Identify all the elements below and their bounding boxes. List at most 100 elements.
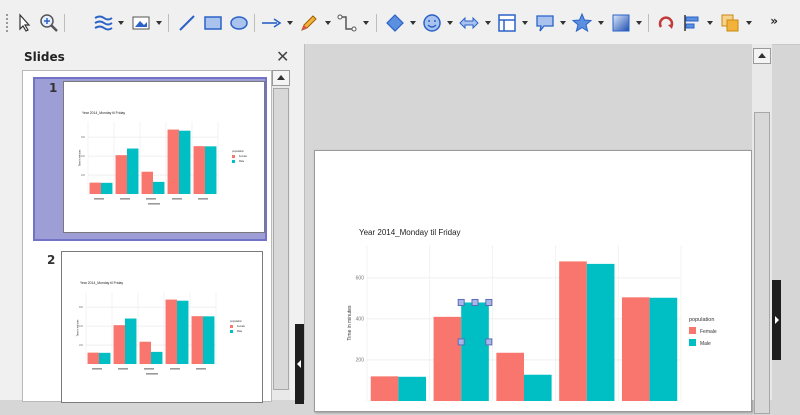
image-dropdown[interactable] <box>156 21 162 25</box>
slide-edit-area[interactable]: Year 2014_Monday til Friday 200 400 600 Time… <box>304 44 753 412</box>
zoom-icon[interactable] <box>38 12 60 34</box>
main-chart[interactable]: Year 2014_Monday til Friday 200 400 600 Time… <box>315 151 751 411</box>
arrange-dropdown[interactable] <box>746 21 752 25</box>
collapse-sidebar-handle[interactable] <box>772 280 781 360</box>
collapse-slides-pane-handle[interactable] <box>295 324 304 404</box>
scrollbar-thumb[interactable] <box>273 88 289 390</box>
bar-male <box>127 148 139 194</box>
bar-male <box>203 316 215 364</box>
bar-male <box>179 130 191 194</box>
connector-dropdown[interactable] <box>363 21 369 25</box>
stars-dropdown[interactable] <box>598 21 604 25</box>
bar-female <box>89 182 101 194</box>
x-tick-label-placeholder <box>120 198 130 200</box>
symbol-shapes-dropdown[interactable] <box>447 21 453 25</box>
y-tick-label: 200 <box>356 358 365 364</box>
3d-objects-dropdown[interactable] <box>636 21 642 25</box>
slide-number: 1 <box>49 81 58 95</box>
pencil-dropdown[interactable] <box>325 21 331 25</box>
bar-male <box>151 351 163 364</box>
arrow-line-icon[interactable] <box>260 12 282 34</box>
smiley-icon[interactable] <box>421 12 443 34</box>
scroll-up-button[interactable] <box>753 48 771 64</box>
close-icon[interactable]: ✕ <box>276 47 289 66</box>
toolbar-grip[interactable] <box>6 14 11 32</box>
bar-female <box>167 129 179 194</box>
basic-shapes-dropdown[interactable] <box>410 21 416 25</box>
diamond-shape-icon[interactable] <box>384 12 406 34</box>
legend-title: population <box>232 149 245 153</box>
x-tick-label-placeholder <box>94 198 104 200</box>
arrow-right-icon <box>775 316 779 324</box>
rectangle-icon[interactable] <box>202 12 224 34</box>
selection-handle <box>485 338 493 346</box>
flowchart-dropdown[interactable] <box>522 21 528 25</box>
legend-label: Male <box>237 330 243 333</box>
selection-handle <box>485 298 493 306</box>
legend-swatch <box>232 155 235 158</box>
block-arrow-icon[interactable] <box>458 12 480 34</box>
slides-panel: Slides ✕ 1 Year 2014_Monday til Friday 20… <box>0 44 304 404</box>
bar-female <box>141 171 153 194</box>
y-tick-label: 600 <box>81 136 86 139</box>
chevron-up-icon <box>758 53 766 58</box>
toolbar-overflow-button[interactable]: » <box>770 14 778 28</box>
bar-female <box>559 261 587 401</box>
legend-label: Female <box>237 325 246 328</box>
3d-object-icon[interactable] <box>610 12 632 34</box>
ellipse-icon[interactable] <box>228 12 250 34</box>
select-pointer-icon[interactable] <box>14 12 36 34</box>
bar-male <box>177 300 189 364</box>
callouts-dropdown[interactable] <box>560 21 566 25</box>
line-icon[interactable] <box>176 12 198 34</box>
slide-sorter-list: 1 Year 2014_Monday til Friday 200 400 600 Ti… <box>22 70 272 403</box>
legend-swatch <box>230 330 233 333</box>
legend-swatch <box>689 339 696 346</box>
x-axis-label-placeholder <box>148 203 160 205</box>
thumbnail-chart: Year 2014_Monday til Friday 200 400 600 Time… <box>76 281 246 375</box>
connector-icon[interactable] <box>336 12 358 34</box>
callout-icon[interactable] <box>534 12 556 34</box>
flowchart-icon[interactable] <box>496 12 518 34</box>
block-arrows-dropdown[interactable] <box>485 21 491 25</box>
bar-female <box>621 297 650 401</box>
bar-female <box>139 341 151 364</box>
x-tick-label-placeholder <box>118 368 128 370</box>
y-axis-label: Time in minutes <box>78 149 81 167</box>
rotate-icon[interactable] <box>655 12 677 34</box>
align-icon[interactable] <box>681 12 703 34</box>
bar-male <box>398 376 427 401</box>
slide-canvas[interactable]: Year 2014_Monday til Friday 200 400 600 Time… <box>314 150 752 412</box>
pencil-icon[interactable] <box>298 12 320 34</box>
star-icon[interactable] <box>571 12 593 34</box>
y-tick-label: 400 <box>356 317 365 323</box>
image-icon[interactable] <box>130 12 152 34</box>
scrollbar-thumb[interactable] <box>754 112 770 414</box>
legend-label: Male <box>239 160 245 163</box>
arrange-icon[interactable] <box>719 12 741 34</box>
bar-female <box>191 316 203 364</box>
bar-male <box>125 318 137 364</box>
thumbnail-chart: Year 2014_Monday til Friday 200 400 600 Time… <box>78 111 248 205</box>
chart-title: Year 2014_Monday til Friday <box>82 111 125 115</box>
bar-male <box>461 302 489 401</box>
x-tick-label-placeholder <box>172 198 182 200</box>
slide-thumbnail-2[interactable]: 2 Year 2014_Monday til Friday 200 400 600 Ti… <box>33 251 263 411</box>
line-fill-icon[interactable] <box>92 12 114 34</box>
edit-area-scrollbar[interactable] <box>752 44 772 414</box>
y-tick-label: 400 <box>81 155 86 158</box>
x-tick-label-placeholder <box>144 368 154 370</box>
legend-swatch <box>230 325 233 328</box>
bar-male <box>524 374 552 401</box>
x-axis-label-placeholder <box>146 373 158 375</box>
legend-label: Female <box>239 155 248 158</box>
legend-label: Female <box>700 329 717 335</box>
y-axis-label: Time in minutes <box>347 305 353 341</box>
arrow-line-dropdown[interactable] <box>287 21 293 25</box>
slide-thumbnail-1[interactable]: 1 Year 2014_Monday til Friday 200 400 600 Ti… <box>33 77 267 241</box>
slides-scrollbar[interactable] <box>272 70 290 400</box>
align-dropdown[interactable] <box>707 21 713 25</box>
drawing-toolbar: » <box>0 0 800 45</box>
scroll-up-button[interactable] <box>272 70 290 86</box>
line-fill-dropdown[interactable] <box>118 21 124 25</box>
